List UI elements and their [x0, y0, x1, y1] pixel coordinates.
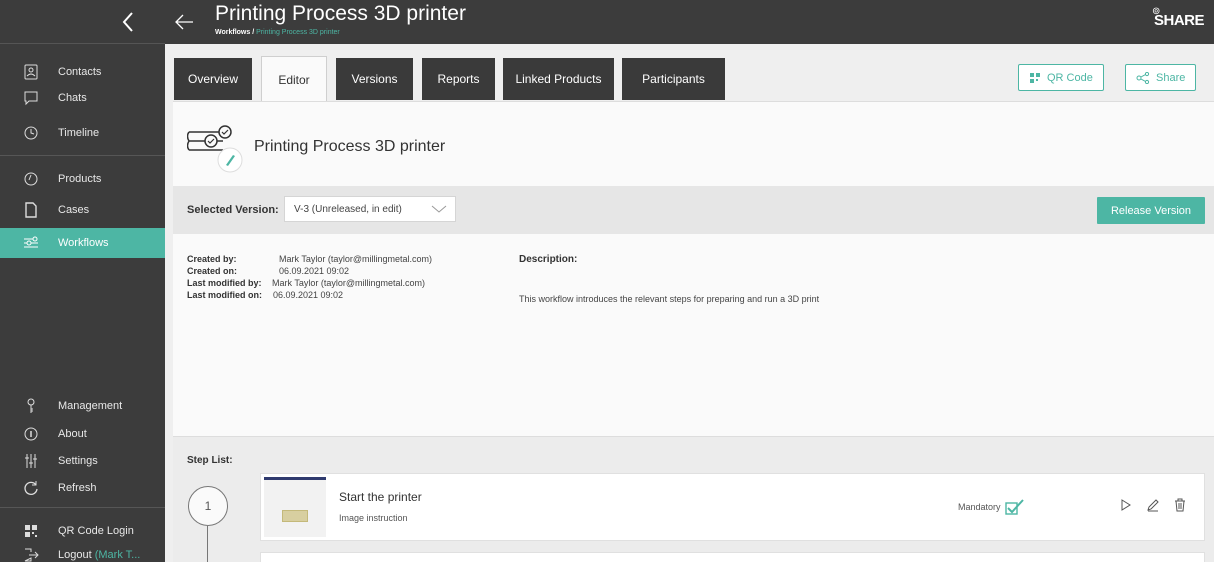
settings-sliders-icon — [0, 453, 58, 469]
step-subtitle: Image instruction — [339, 513, 408, 523]
qr-code-icon — [0, 523, 58, 539]
chat-icon — [0, 90, 58, 106]
step-card[interactable]: Start the printer Image instruction Mand… — [260, 473, 1205, 541]
tab-bar: Overview Editor Versions Reports Linked … — [165, 44, 1214, 104]
share-button[interactable]: Share — [1125, 64, 1197, 91]
step-number: 1 — [188, 486, 228, 526]
workflow-icon — [187, 122, 243, 178]
edit-icon[interactable] — [1146, 498, 1160, 512]
selected-version-label: Selected Version: — [187, 204, 279, 216]
back-arrow-icon[interactable] — [173, 12, 195, 32]
sidebar-item-label: About — [58, 428, 87, 440]
sidebar-item-label: Refresh — [58, 482, 97, 494]
mandatory-toggle[interactable]: Mandatory — [958, 499, 1025, 515]
breadcrumb-current: Printing Process 3D printer — [256, 29, 340, 36]
logout-icon — [0, 547, 58, 562]
step-list-label: Step List: — [187, 455, 233, 466]
sidebar-item-settings[interactable]: Settings — [0, 448, 165, 474]
tab-editor[interactable]: Editor — [261, 56, 327, 102]
chevron-down-icon — [431, 204, 447, 214]
step-thumbnail — [264, 477, 326, 537]
page-title: Printing Process 3D printer — [215, 2, 466, 25]
breadcrumb-root[interactable]: Workflows / — [215, 29, 254, 36]
qr-code-button[interactable]: QR Code — [1018, 64, 1104, 91]
sidebar-item-cases[interactable]: Cases — [0, 197, 165, 223]
sidebar-item-management[interactable]: Management — [0, 393, 165, 419]
workflow-title: Printing Process 3D printer — [254, 138, 446, 155]
step-actions — [1120, 498, 1186, 512]
qr-code-icon — [1029, 72, 1041, 84]
release-version-button[interactable]: Release Version — [1097, 197, 1205, 224]
trash-icon[interactable] — [1174, 498, 1186, 512]
sidebar-item-label: Logout (Mark T... — [58, 549, 141, 561]
cases-icon — [0, 202, 58, 218]
description-label: Description: — [519, 254, 578, 265]
play-icon[interactable] — [1120, 498, 1132, 512]
workflows-icon — [0, 235, 58, 251]
checked-box-icon — [1004, 499, 1025, 515]
sidebar-item-chats[interactable]: Chats — [0, 85, 165, 111]
sidebar: Contacts Chats Timeline Products Cases W… — [0, 0, 165, 562]
step-connector — [207, 526, 208, 562]
sidebar-divider — [0, 507, 165, 508]
tab-overview[interactable]: Overview — [174, 58, 252, 100]
step-title: Start the printer — [339, 490, 422, 504]
brand-eye-icon: ⊚ — [1151, 6, 1160, 17]
sidebar-item-timeline[interactable]: Timeline — [0, 120, 165, 146]
step-card[interactable] — [260, 552, 1205, 562]
sidebar-item-label: Chats — [58, 92, 87, 104]
version-bar: Selected Version: V-3 (Unreleased, in ed… — [173, 186, 1214, 234]
products-icon — [0, 171, 58, 187]
collapse-chevron-icon[interactable] — [121, 11, 135, 33]
clock-icon — [0, 125, 58, 141]
sidebar-divider — [0, 155, 165, 156]
sidebar-item-label: Cases — [58, 204, 90, 216]
sidebar-item-products[interactable]: Products — [0, 166, 165, 192]
refresh-icon — [0, 480, 58, 496]
brand-logo: ⊚ SHARE — [1151, 6, 1205, 29]
top-bar: Printing Process 3D printer Workflows / … — [165, 0, 1214, 44]
tab-reports[interactable]: Reports — [422, 58, 495, 100]
key-icon — [0, 398, 58, 414]
tab-linked-products[interactable]: Linked Products — [503, 58, 614, 100]
sidebar-item-label: QR Code Login — [58, 525, 134, 537]
sidebar-item-label: Contacts — [58, 66, 102, 78]
editor-panel: Printing Process 3D printer Selected Ver… — [173, 101, 1214, 562]
step-list: Step List: 1 Start the printer Image ins… — [173, 436, 1214, 562]
sidebar-item-qr-login[interactable]: QR Code Login — [0, 518, 165, 544]
description-text: This workflow introduces the relevant st… — [519, 294, 820, 304]
share-icon — [1136, 71, 1150, 84]
version-select[interactable]: V-3 (Unreleased, in edit) — [284, 196, 456, 222]
sidebar-item-label: Timeline — [58, 127, 100, 139]
sidebar-item-label: Workflows — [58, 237, 109, 249]
sidebar-item-label: Products — [58, 173, 102, 185]
sidebar-item-contacts[interactable]: Contacts — [0, 59, 165, 85]
sidebar-item-label: Settings — [58, 455, 98, 467]
sidebar-item-workflows[interactable]: Workflows — [0, 228, 165, 258]
contacts-icon — [0, 64, 58, 80]
sidebar-item-refresh[interactable]: Refresh — [0, 475, 165, 501]
sidebar-header — [0, 0, 165, 44]
workflow-metadata: Created by: Mark Taylor (taylor@millingme… — [187, 254, 432, 300]
breadcrumb: Workflows / Printing Process 3D printer — [215, 29, 340, 36]
info-icon — [0, 426, 58, 442]
sidebar-item-about[interactable]: About — [0, 421, 165, 447]
tab-versions[interactable]: Versions — [336, 58, 413, 100]
tab-participants[interactable]: Participants — [622, 58, 725, 100]
sidebar-item-label: Management — [58, 400, 123, 412]
sidebar-item-logout[interactable]: Logout (Mark T... — [0, 542, 165, 562]
